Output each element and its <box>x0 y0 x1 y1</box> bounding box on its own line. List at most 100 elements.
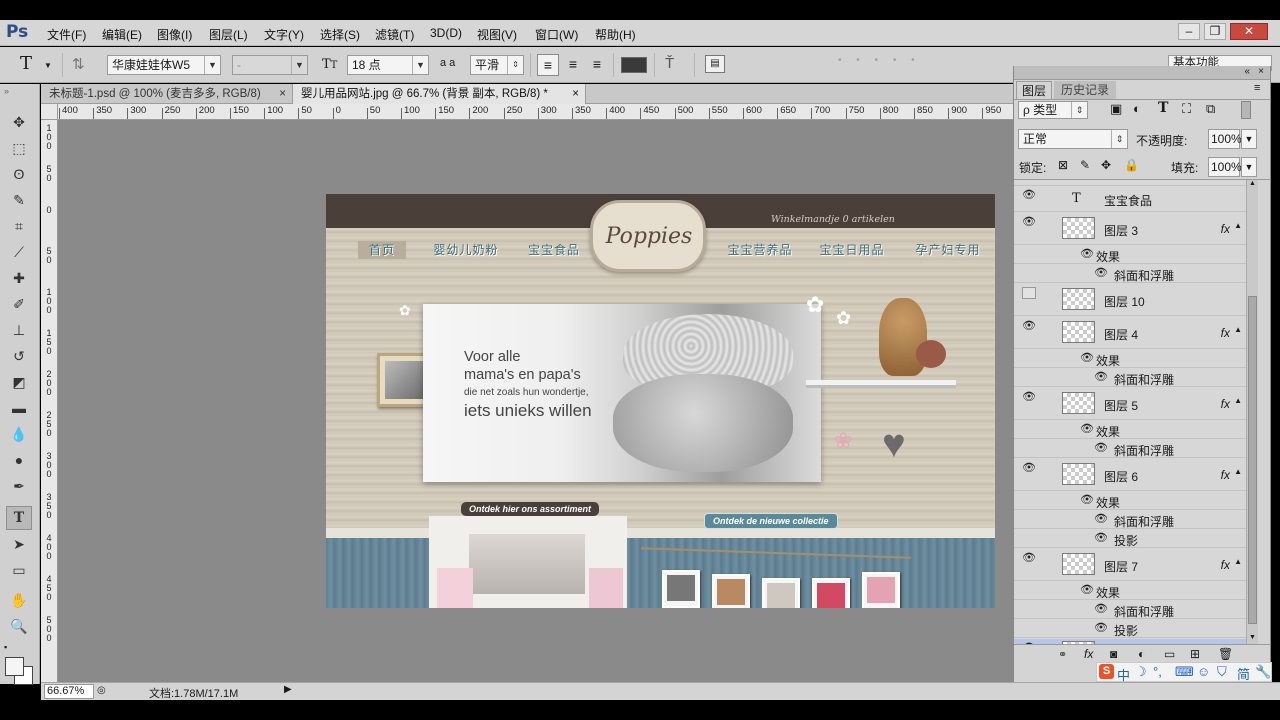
trash-icon[interactable]: 🗑 <box>1218 647 1233 661</box>
eye-icon[interactable]: 👁 <box>1080 494 1094 506</box>
nav-item-5[interactable]: 孕产妇专用 <box>906 241 990 259</box>
horizontal-ruler[interactable]: 400 350 300 250 200 150 100 50 0 50 100 150 200 250 30… <box>58 104 1013 120</box>
nav-item-4[interactable]: 宝宝日用品 <box>810 241 894 259</box>
type-tool-icon[interactable]: T <box>6 506 32 530</box>
lasso-tool-icon[interactable]: ʘ <box>6 162 32 186</box>
lock-all-icon[interactable]: 🔒 <box>1124 158 1139 172</box>
smart-object-filter-icon[interactable]: ⧉ <box>1206 101 1215 117</box>
chevron-up-icon[interactable]: ▲ <box>1234 396 1242 405</box>
vertical-ruler[interactable]: 10050050100150200250300350400450500 <box>41 120 58 682</box>
adjustment-filter-icon[interactable]: ◐ <box>1133 101 1141 116</box>
eye-icon[interactable]: 👁 <box>1022 189 1036 201</box>
image-filter-icon[interactable]: ▣ <box>1110 101 1122 117</box>
eye-icon[interactable]: 👁 <box>1094 532 1108 544</box>
simplified-icon[interactable]: 简 <box>1237 664 1250 683</box>
text-color-swatch[interactable] <box>621 57 647 73</box>
opacity-input[interactable]: 100% <box>1208 129 1242 149</box>
font-style-select[interactable]: - ▼ <box>232 55 308 75</box>
eye-icon[interactable]: 👁 <box>1080 248 1094 260</box>
text-filter-icon[interactable]: T <box>1158 100 1168 116</box>
zoom-tool-icon[interactable]: 🔍 <box>6 614 32 638</box>
minimize-button[interactable]: – <box>1178 23 1200 40</box>
move-tool-icon[interactable]: ✥ <box>6 110 32 134</box>
chevron-down-icon[interactable]: ▼ <box>44 61 52 70</box>
layer-row[interactable]: 👁 T 宝宝食品 <box>1014 186 1246 212</box>
mask-icon[interactable]: ◙ <box>1110 647 1117 661</box>
shape-tool-icon[interactable]: ▭ <box>6 558 32 582</box>
moon-icon[interactable]: ☽ <box>1135 664 1147 680</box>
eye-icon[interactable]: 👁 <box>1094 267 1108 279</box>
maximize-button[interactable]: ❐ <box>1204 23 1226 40</box>
close-icon[interactable]: × <box>572 84 579 104</box>
fx-icon[interactable]: fx <box>1221 222 1230 236</box>
eye-icon[interactable]: 👁 <box>1022 462 1036 474</box>
status-icon[interactable]: ◎ <box>97 685 106 696</box>
align-left-icon[interactable]: ≡ <box>537 54 559 76</box>
chevron-up-icon[interactable]: ▲ <box>1234 467 1242 476</box>
wrench-icon[interactable]: 🔧 <box>1255 664 1271 680</box>
pen-tool-icon[interactable]: ✒ <box>6 474 32 498</box>
nav-item-2[interactable]: 宝宝食品 <box>518 241 590 259</box>
layer-row[interactable]: 👁 图层 7 fx ▲ <box>1014 549 1246 581</box>
menu-3[interactable]: 图层(L) <box>209 26 248 43</box>
chevron-down-icon[interactable]: ▼ <box>1241 157 1257 177</box>
layer-row[interactable]: 👁 图层 6 fx ▲ <box>1014 459 1246 491</box>
scroll-up-icon[interactable]: ▲ <box>1247 180 1258 190</box>
scroll-thumb[interactable] <box>1248 296 1257 624</box>
eye-icon[interactable]: 👁 <box>1094 442 1108 454</box>
eye-icon[interactable]: 👁 <box>1022 391 1036 403</box>
layer-row[interactable]: 👁 图层 3 fx ▲ <box>1014 213 1246 245</box>
filter-toggle[interactable] <box>1241 101 1251 119</box>
fx-icon[interactable]: fx <box>1084 647 1093 661</box>
user-icon[interactable]: ☺ <box>1197 664 1210 679</box>
visibility-box[interactable] <box>1022 287 1036 299</box>
chevron-up-icon[interactable]: ▲ <box>1234 557 1242 566</box>
scroll-down-icon[interactable]: ▼ <box>1247 634 1258 644</box>
layer-filter-select[interactable]: ρ 类型 ⇕ <box>1018 101 1088 119</box>
menu-4[interactable]: 文字(Y) <box>264 26 304 43</box>
fx-icon[interactable]: fx <box>1221 558 1230 572</box>
eye-icon[interactable]: 👁 <box>1080 584 1094 596</box>
banner-collection[interactable]: Ontdek de nieuwe collectie <box>704 513 838 529</box>
marquee-tool-icon[interactable]: ⬚ <box>6 136 32 160</box>
fx-icon[interactable]: fx <box>1221 326 1230 340</box>
align-center-icon[interactable]: ≡ <box>562 54 584 76</box>
eye-icon[interactable]: 👁 <box>1080 423 1094 435</box>
punctuation-icon[interactable]: °, <box>1153 664 1162 679</box>
lock-transparent-icon[interactable]: ⊠ <box>1058 158 1068 172</box>
fx-icon[interactable]: fx <box>1221 468 1230 482</box>
path-selection-tool-icon[interactable]: ➤ <box>6 532 32 556</box>
brush-tool-icon[interactable]: ✐ <box>6 292 32 316</box>
gradient-tool-icon[interactable]: ▬ <box>6 396 32 420</box>
default-colors-icon[interactable]: ▪ <box>4 642 7 652</box>
eye-icon[interactable]: 👁 <box>1022 320 1036 332</box>
document-canvas[interactable]: Winkelmandje 0 artikelen Poppies ✿ Voor … <box>326 194 995 608</box>
nav-item-3[interactable]: 宝宝营养品 <box>718 241 802 259</box>
quick-select-tool-icon[interactable]: ✎ <box>6 188 32 212</box>
collapse-icon[interactable]: « <box>1244 66 1250 77</box>
history-brush-tool-icon[interactable]: ↺ <box>6 344 32 368</box>
ime-toolbar[interactable]: S 中 ☽ °, ⌨ ☺ ⛉ 简 🔧 <box>1096 662 1272 684</box>
close-window-button[interactable]: ✕ <box>1230 23 1268 40</box>
menu-0[interactable]: 文件(F) <box>47 26 86 43</box>
dodge-tool-icon[interactable]: ● <box>6 448 32 472</box>
font-size-select[interactable]: 18 点 ▼ <box>347 55 429 75</box>
chevron-up-icon[interactable]: ▲ <box>1234 325 1242 334</box>
hand-tool-icon[interactable]: ✋ <box>6 588 32 612</box>
eye-icon[interactable]: 👁 <box>1094 603 1108 615</box>
tab-untitled[interactable]: 未标题-1.psd @ 100% (麦吉多多, RGB/8) × <box>41 84 293 104</box>
panel-title-bar[interactable]: « × <box>1014 66 1270 80</box>
antialias-select[interactable]: 平滑 ⇕ <box>470 55 524 75</box>
zoom-field[interactable]: 66.67% <box>44 684 94 699</box>
shirt-icon[interactable]: ⛉ <box>1217 664 1227 680</box>
toggle-orientation-icon[interactable]: ⇅ <box>72 55 85 73</box>
healing-brush-tool-icon[interactable]: ✚ <box>6 266 32 290</box>
close-icon[interactable]: × <box>1258 66 1264 77</box>
eyedropper-tool-icon[interactable]: ⟋ <box>6 240 32 264</box>
fx-icon[interactable]: fx <box>1221 397 1230 411</box>
menu-6[interactable]: 滤镜(T) <box>375 26 414 43</box>
ime-mode-label[interactable]: 中 <box>1117 665 1130 684</box>
menu-9[interactable]: 窗口(W) <box>535 26 578 43</box>
shape-filter-icon[interactable]: ⛶ <box>1182 101 1191 117</box>
tab-layers[interactable]: 图层 <box>1016 81 1052 99</box>
